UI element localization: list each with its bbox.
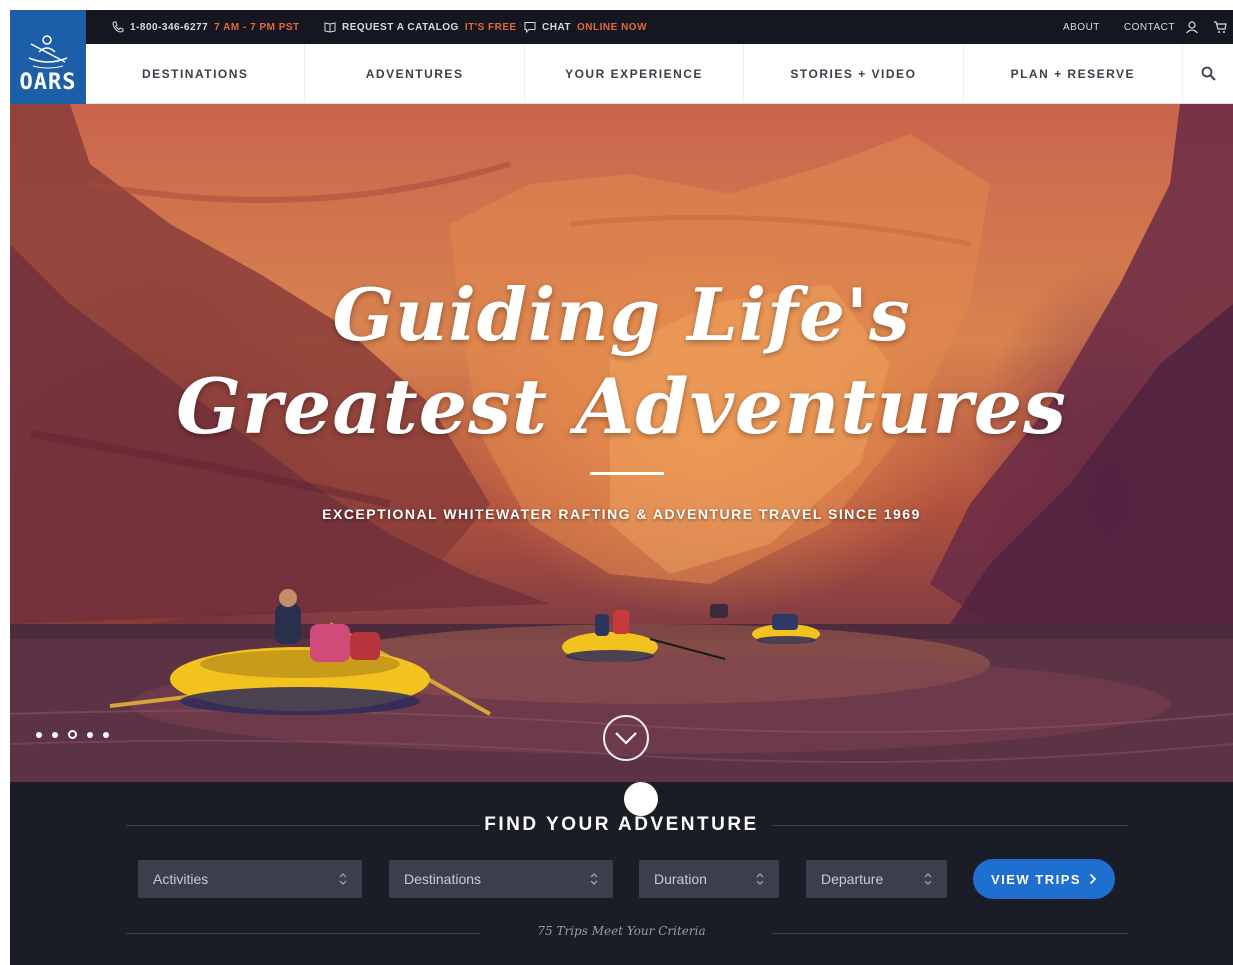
slide-dot-5[interactable]: [103, 731, 109, 738]
catalog-note: IT'S FREE: [464, 21, 517, 33]
hero-tagline: EXCEPTIONAL WHITEWATER RAFTING & ADVENTU…: [322, 506, 921, 522]
slide-dot-3[interactable]: [68, 730, 77, 739]
destinations-select-value: Destinations: [404, 871, 482, 887]
hero-divider: [590, 472, 664, 475]
section-marker: [624, 782, 658, 816]
phone-icon: [112, 21, 124, 33]
trip-count: 75 Trips Meet Your Criteria: [537, 924, 706, 938]
book-icon: [324, 22, 336, 33]
search-icon: [1201, 66, 1216, 81]
destinations-select[interactable]: Destinations: [389, 860, 613, 898]
chat-label: CHAT: [542, 21, 572, 33]
phone-number: 1-800-346-6277: [130, 21, 209, 33]
select-arrows-icon: [756, 873, 764, 885]
utility-bar: 1-800-346-6277 7 AM - 7 PM PST REQUEST A…: [10, 10, 1233, 44]
search-button[interactable]: [1183, 44, 1233, 104]
view-trips-button[interactable]: VIEW TRIPS: [973, 859, 1115, 899]
nav-plan-reserve[interactable]: PLAN + RESERVE: [964, 43, 1184, 104]
logo-wordmark: OARS: [19, 70, 77, 95]
duration-select-value: Duration: [654, 871, 707, 887]
main-nav: DESTINATIONS ADVENTURES YOUR EXPERIENCE …: [86, 43, 1233, 104]
nav-adventures[interactable]: ADVENTURES: [305, 43, 525, 104]
account-icon[interactable]: [1185, 20, 1199, 34]
brand-logo[interactable]: OARS: [10, 10, 86, 104]
select-arrows-icon: [590, 873, 598, 885]
kayaker-logo-icon: [28, 35, 68, 69]
about-link[interactable]: ABOUT: [1063, 22, 1100, 33]
finder-title: FIND YOUR ADVENTURE: [484, 814, 759, 835]
select-arrows-icon: [924, 873, 932, 885]
chat-status: ONLINE NOW: [577, 21, 648, 33]
trip-finder: FIND YOUR ADVENTURE Activities Destinati…: [10, 782, 1233, 965]
slide-dot-1[interactable]: [36, 731, 42, 738]
nav-your-experience[interactable]: YOUR EXPERIENCE: [525, 43, 745, 104]
hero-banner: Guiding Life's Greatest Adventures EXCEP…: [10, 104, 1233, 782]
chevron-down-icon: [615, 732, 637, 745]
select-arrows-icon: [339, 873, 347, 885]
phone-hours: 7 AM - 7 PM PST: [214, 21, 300, 33]
chat-link[interactable]: CHAT ONLINE NOW: [524, 10, 647, 44]
activities-select-value: Activities: [153, 871, 209, 887]
view-trips-label: VIEW TRIPS: [990, 871, 1082, 887]
chat-icon: [524, 22, 536, 33]
catalog-label: REQUEST A CATALOG: [342, 21, 459, 33]
slide-dot-4[interactable]: [87, 731, 93, 738]
scroll-down-button[interactable]: [603, 715, 649, 761]
contact-link[interactable]: CONTACT: [1124, 22, 1175, 33]
hero-headline-line1: Guiding Life's: [332, 272, 911, 357]
chevron-right-icon: [1089, 873, 1097, 885]
request-catalog-link[interactable]: REQUEST A CATALOG IT'S FREE: [324, 10, 517, 44]
duration-select[interactable]: Duration: [639, 860, 779, 898]
nav-stories-video[interactable]: STORIES + VIDEO: [744, 43, 964, 104]
nav-destinations[interactable]: DESTINATIONS: [86, 43, 306, 104]
phone-link[interactable]: 1-800-346-6277 7 AM - 7 PM PST: [112, 10, 300, 44]
slide-dot-2[interactable]: [52, 731, 58, 738]
departure-select[interactable]: Departure: [806, 860, 947, 898]
departure-select-value: Departure: [821, 871, 884, 887]
cart-icon[interactable]: [1213, 20, 1227, 34]
hero-headline-line2: Greatest Adventures: [176, 362, 1067, 451]
activities-select[interactable]: Activities: [138, 860, 362, 898]
slide-pagination: [36, 730, 109, 739]
